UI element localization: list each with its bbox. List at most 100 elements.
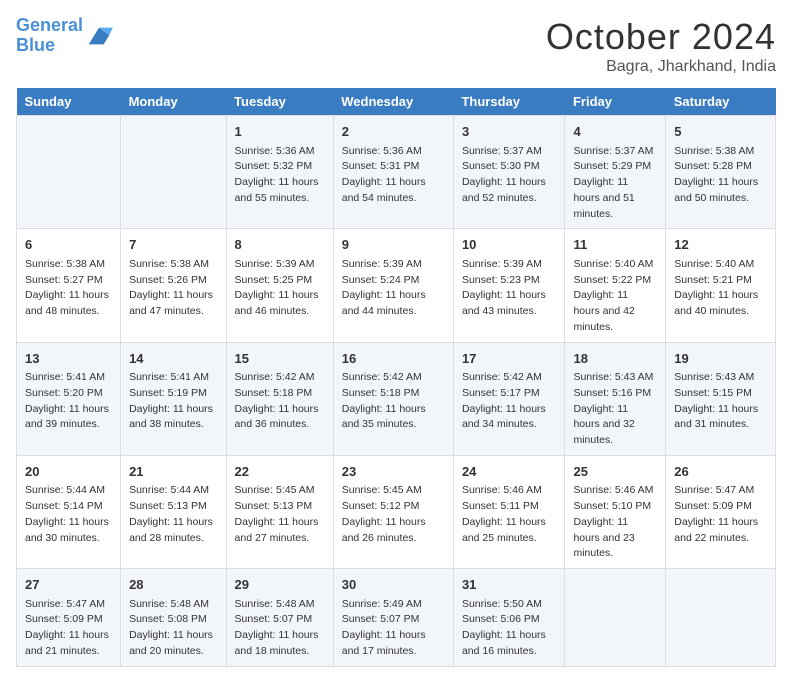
calendar-cell — [121, 116, 226, 229]
day-number: 3 — [462, 122, 557, 142]
cell-info: Sunrise: 5:39 AMSunset: 5:24 PMDaylight:… — [342, 257, 445, 320]
day-number: 16 — [342, 349, 445, 369]
col-header-friday: Friday — [565, 88, 666, 116]
cell-info: Sunrise: 5:37 AMSunset: 5:29 PMDaylight:… — [573, 144, 657, 223]
col-header-thursday: Thursday — [453, 88, 565, 116]
day-number: 23 — [342, 462, 445, 482]
cell-info: Sunrise: 5:41 AMSunset: 5:19 PMDaylight:… — [129, 370, 217, 433]
day-number: 27 — [25, 575, 112, 595]
calendar-cell: 21Sunrise: 5:44 AMSunset: 5:13 PMDayligh… — [121, 455, 226, 568]
day-number: 18 — [573, 349, 657, 369]
day-number: 30 — [342, 575, 445, 595]
cell-info: Sunrise: 5:36 AMSunset: 5:31 PMDaylight:… — [342, 144, 445, 207]
calendar-cell — [565, 569, 666, 667]
cell-info: Sunrise: 5:50 AMSunset: 5:06 PMDaylight:… — [462, 597, 557, 660]
calendar-cell: 28Sunrise: 5:48 AMSunset: 5:08 PMDayligh… — [121, 569, 226, 667]
week-row-4: 20Sunrise: 5:44 AMSunset: 5:14 PMDayligh… — [17, 455, 776, 568]
cell-info: Sunrise: 5:36 AMSunset: 5:32 PMDaylight:… — [235, 144, 325, 207]
cell-info: Sunrise: 5:47 AMSunset: 5:09 PMDaylight:… — [674, 483, 767, 546]
day-number: 1 — [235, 122, 325, 142]
calendar-cell: 31Sunrise: 5:50 AMSunset: 5:06 PMDayligh… — [453, 569, 565, 667]
day-number: 26 — [674, 462, 767, 482]
day-number: 7 — [129, 235, 217, 255]
logo-text: GeneralBlue — [16, 16, 83, 56]
day-number: 2 — [342, 122, 445, 142]
cell-info: Sunrise: 5:38 AMSunset: 5:26 PMDaylight:… — [129, 257, 217, 320]
cell-info: Sunrise: 5:41 AMSunset: 5:20 PMDaylight:… — [25, 370, 112, 433]
col-header-monday: Monday — [121, 88, 226, 116]
day-number: 31 — [462, 575, 557, 595]
calendar-cell: 19Sunrise: 5:43 AMSunset: 5:15 PMDayligh… — [666, 342, 776, 455]
cell-info: Sunrise: 5:38 AMSunset: 5:28 PMDaylight:… — [674, 144, 767, 207]
day-number: 4 — [573, 122, 657, 142]
week-row-1: 1Sunrise: 5:36 AMSunset: 5:32 PMDaylight… — [17, 116, 776, 229]
week-row-5: 27Sunrise: 5:47 AMSunset: 5:09 PMDayligh… — [17, 569, 776, 667]
cell-info: Sunrise: 5:44 AMSunset: 5:13 PMDaylight:… — [129, 483, 217, 546]
calendar-cell: 22Sunrise: 5:45 AMSunset: 5:13 PMDayligh… — [226, 455, 333, 568]
calendar-cell: 15Sunrise: 5:42 AMSunset: 5:18 PMDayligh… — [226, 342, 333, 455]
day-number: 9 — [342, 235, 445, 255]
day-number: 29 — [235, 575, 325, 595]
col-header-wednesday: Wednesday — [333, 88, 453, 116]
day-number: 22 — [235, 462, 325, 482]
calendar-cell: 27Sunrise: 5:47 AMSunset: 5:09 PMDayligh… — [17, 569, 121, 667]
calendar-cell: 23Sunrise: 5:45 AMSunset: 5:12 PMDayligh… — [333, 455, 453, 568]
calendar-cell: 20Sunrise: 5:44 AMSunset: 5:14 PMDayligh… — [17, 455, 121, 568]
calendar-cell: 5Sunrise: 5:38 AMSunset: 5:28 PMDaylight… — [666, 116, 776, 229]
day-number: 21 — [129, 462, 217, 482]
location-title: Bagra, Jharkhand, India — [546, 58, 776, 76]
logo-icon — [85, 22, 113, 50]
cell-info: Sunrise: 5:38 AMSunset: 5:27 PMDaylight:… — [25, 257, 112, 320]
calendar-table: SundayMondayTuesdayWednesdayThursdayFrid… — [16, 88, 776, 667]
calendar-cell: 13Sunrise: 5:41 AMSunset: 5:20 PMDayligh… — [17, 342, 121, 455]
calendar-cell: 11Sunrise: 5:40 AMSunset: 5:22 PMDayligh… — [565, 229, 666, 342]
day-number: 14 — [129, 349, 217, 369]
logo: GeneralBlue — [16, 16, 113, 56]
cell-info: Sunrise: 5:43 AMSunset: 5:15 PMDaylight:… — [674, 370, 767, 433]
cell-info: Sunrise: 5:45 AMSunset: 5:12 PMDaylight:… — [342, 483, 445, 546]
col-header-sunday: Sunday — [17, 88, 121, 116]
cell-info: Sunrise: 5:48 AMSunset: 5:08 PMDaylight:… — [129, 597, 217, 660]
day-number: 24 — [462, 462, 557, 482]
day-number: 6 — [25, 235, 112, 255]
calendar-cell: 2Sunrise: 5:36 AMSunset: 5:31 PMDaylight… — [333, 116, 453, 229]
day-number: 20 — [25, 462, 112, 482]
cell-info: Sunrise: 5:46 AMSunset: 5:10 PMDaylight:… — [573, 483, 657, 562]
cell-info: Sunrise: 5:42 AMSunset: 5:18 PMDaylight:… — [235, 370, 325, 433]
day-number: 11 — [573, 235, 657, 255]
day-number: 8 — [235, 235, 325, 255]
calendar-cell: 4Sunrise: 5:37 AMSunset: 5:29 PMDaylight… — [565, 116, 666, 229]
day-number: 13 — [25, 349, 112, 369]
calendar-cell: 8Sunrise: 5:39 AMSunset: 5:25 PMDaylight… — [226, 229, 333, 342]
cell-info: Sunrise: 5:42 AMSunset: 5:17 PMDaylight:… — [462, 370, 557, 433]
calendar-cell: 24Sunrise: 5:46 AMSunset: 5:11 PMDayligh… — [453, 455, 565, 568]
calendar-cell: 14Sunrise: 5:41 AMSunset: 5:19 PMDayligh… — [121, 342, 226, 455]
cell-info: Sunrise: 5:39 AMSunset: 5:25 PMDaylight:… — [235, 257, 325, 320]
day-number: 5 — [674, 122, 767, 142]
page-header: GeneralBlue October 2024 Bagra, Jharkhan… — [16, 16, 776, 76]
col-header-saturday: Saturday — [666, 88, 776, 116]
calendar-cell: 30Sunrise: 5:49 AMSunset: 5:07 PMDayligh… — [333, 569, 453, 667]
calendar-cell: 9Sunrise: 5:39 AMSunset: 5:24 PMDaylight… — [333, 229, 453, 342]
cell-info: Sunrise: 5:39 AMSunset: 5:23 PMDaylight:… — [462, 257, 557, 320]
calendar-cell: 18Sunrise: 5:43 AMSunset: 5:16 PMDayligh… — [565, 342, 666, 455]
week-row-3: 13Sunrise: 5:41 AMSunset: 5:20 PMDayligh… — [17, 342, 776, 455]
calendar-cell: 7Sunrise: 5:38 AMSunset: 5:26 PMDaylight… — [121, 229, 226, 342]
day-number: 12 — [674, 235, 767, 255]
cell-info: Sunrise: 5:37 AMSunset: 5:30 PMDaylight:… — [462, 144, 557, 207]
cell-info: Sunrise: 5:47 AMSunset: 5:09 PMDaylight:… — [25, 597, 112, 660]
calendar-header-row: SundayMondayTuesdayWednesdayThursdayFrid… — [17, 88, 776, 116]
cell-info: Sunrise: 5:49 AMSunset: 5:07 PMDaylight:… — [342, 597, 445, 660]
day-number: 25 — [573, 462, 657, 482]
week-row-2: 6Sunrise: 5:38 AMSunset: 5:27 PMDaylight… — [17, 229, 776, 342]
day-number: 10 — [462, 235, 557, 255]
cell-info: Sunrise: 5:46 AMSunset: 5:11 PMDaylight:… — [462, 483, 557, 546]
calendar-cell — [666, 569, 776, 667]
calendar-cell: 17Sunrise: 5:42 AMSunset: 5:17 PMDayligh… — [453, 342, 565, 455]
calendar-cell: 26Sunrise: 5:47 AMSunset: 5:09 PMDayligh… — [666, 455, 776, 568]
day-number: 28 — [129, 575, 217, 595]
calendar-cell: 29Sunrise: 5:48 AMSunset: 5:07 PMDayligh… — [226, 569, 333, 667]
day-number: 17 — [462, 349, 557, 369]
calendar-cell: 25Sunrise: 5:46 AMSunset: 5:10 PMDayligh… — [565, 455, 666, 568]
calendar-cell: 10Sunrise: 5:39 AMSunset: 5:23 PMDayligh… — [453, 229, 565, 342]
